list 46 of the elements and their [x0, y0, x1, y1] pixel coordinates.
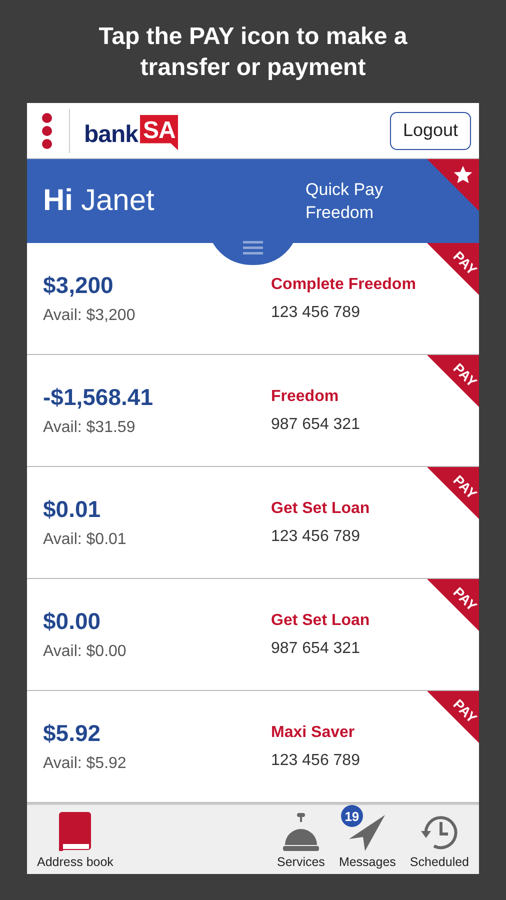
account-row[interactable]: -$1,568.41 Avail: $31.59 Freedom 987 654 321 PAY — [27, 355, 479, 467]
menu-icon[interactable] — [41, 112, 53, 150]
account-number: 987 654 321 — [271, 640, 361, 658]
account-number: 123 456 789 — [271, 304, 361, 322]
quick-pay-label[interactable]: Quick Pay — [306, 178, 383, 201]
account-row[interactable]: $3,200 Avail: $3,200 Complete Freedom 123 456 789 PAY — [27, 243, 479, 355]
logo-text: bank — [84, 120, 138, 150]
logout-button[interactable]: Logout — [390, 112, 471, 150]
account-row[interactable]: $0.00 Avail: $0.00 Get Set Loan 987 654 321 PAY — [27, 579, 479, 691]
account-row[interactable]: $0.01 Avail: $0.01 Get Set Loan 123 456 789 PAY — [27, 467, 479, 579]
available-balance: Avail: $0.00 — [43, 643, 128, 661]
pay-label: PAY — [450, 248, 480, 278]
available-balance: Avail: $31.59 — [43, 419, 136, 437]
star-icon — [453, 165, 473, 185]
available-balance: Avail: $5.92 — [43, 755, 128, 773]
pay-label: PAY — [450, 360, 480, 390]
nav-button[interactable]: Services — [273, 805, 329, 869]
account-number: 987 654 321 — [271, 416, 360, 434]
account-number: 123 456 789 — [271, 752, 360, 770]
account-number: 123 456 789 — [271, 528, 361, 546]
quick-pay-account[interactable]: Freedom — [306, 201, 383, 224]
available-balance: Avail: $3,200 — [43, 307, 136, 325]
available-balance: Avail: $0.01 — [43, 531, 128, 549]
account-balance: $3,200 — [43, 272, 114, 299]
pay-label: PAY — [450, 696, 480, 726]
bell-icon — [280, 811, 321, 853]
nav-button[interactable]: Address book — [33, 805, 118, 869]
account-balance: -$1,568.41 — [43, 384, 154, 411]
account-balance: $0.01 — [43, 496, 102, 523]
account-name: Freedom — [271, 388, 340, 406]
account-balance: $0.00 — [43, 608, 102, 635]
nav-button[interactable]: Scheduled — [406, 805, 473, 869]
logo-flag: SA — [140, 114, 178, 150]
greeting: Hi — [43, 184, 73, 218]
account-name: Get Set Loan — [271, 612, 370, 630]
caption: Tap the PAY icon to make a transfer or payment — [98, 22, 408, 83]
account-balance: $5.92 — [43, 720, 102, 747]
account-name: Get Set Loan — [271, 500, 370, 518]
nav-button[interactable]: Messages 19 — [334, 805, 400, 869]
account-name: Complete Freedom — [271, 276, 416, 294]
user-name: Janet — [81, 184, 154, 218]
unread-count: 19 — [340, 805, 363, 827]
account-name: Maxi Saver — [271, 724, 356, 742]
pay-label: PAY — [450, 584, 480, 614]
hamburger-icon — [243, 241, 263, 255]
pay-label: PAY — [450, 472, 480, 502]
